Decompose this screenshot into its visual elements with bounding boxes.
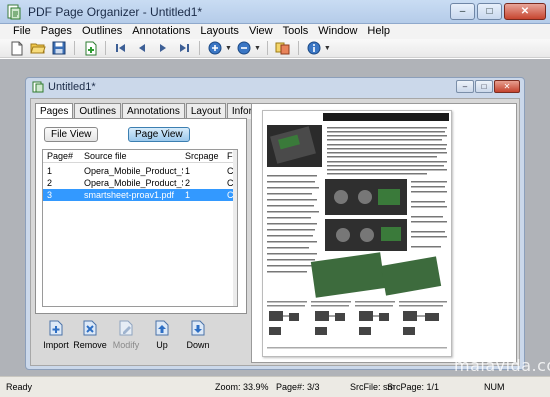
close-button[interactable]: ✕ [504,3,546,20]
chevron-down-icon[interactable]: ▼ [324,45,331,52]
menu-help[interactable]: Help [362,24,395,39]
menu-view[interactable]: View [244,24,278,39]
tab-layout[interactable]: Layout [185,103,226,119]
document-title: Untitled1* [48,81,96,93]
save-icon[interactable] [50,40,68,56]
row-source-file: Opera_Mobile_Product_S... [84,166,183,176]
up-icon [155,320,169,336]
menu-bar: File Pages Outlines Annotations Layouts … [0,24,550,39]
window-title: PDF Page Organizer - Untitled1* [28,4,203,19]
remove-icon [83,320,97,336]
status-bar: Ready Zoom: 33.9% Page#: 3/3 SrcFile: sm… [0,376,550,397]
row-page: 2 [47,178,53,188]
document-close-button[interactable]: ✕ [494,80,520,93]
mdi-workspace: Untitled1* – □ ✕ Pages Outlines Annotati… [0,59,550,376]
page-actions: Import Remove Modify Up Down [39,317,219,361]
tab-annotations[interactable]: Annotations [122,103,185,119]
minimize-button[interactable]: – [450,3,475,20]
new-document-icon[interactable] [8,40,26,56]
first-page-icon[interactable] [112,40,130,56]
chevron-down-icon[interactable]: ▼ [254,45,261,52]
chevron-down-icon[interactable]: ▼ [225,45,232,52]
tab-outlines[interactable]: Outlines [74,103,122,119]
menu-tools[interactable]: Tools [278,24,314,39]
merge-icon[interactable] [274,40,292,56]
status-num: NUM [484,382,505,392]
table-row[interactable]: 2 Opera_Mobile_Product_S... 2 C:\ [43,177,237,189]
pages-grid[interactable]: Page# Source file Srcpage Fo 1 Opera_Mob… [42,149,238,307]
down-label: Down [186,340,210,350]
status-page: Page#: 3/3 [276,382,320,392]
status-srcpage: SrcPage: 1/1 [387,382,440,392]
previous-page-icon[interactable] [133,40,151,56]
zoom-in-icon[interactable] [206,40,224,56]
row-srcpage: 2 [185,178,191,188]
row-srcpage: 1 [185,190,191,200]
toolbar: ▼ ▼ ▼ [0,39,550,58]
row-source-file: Opera_Mobile_Product_S... [84,178,183,188]
menu-pages[interactable]: Pages [36,24,77,39]
toolbar-separator [105,41,106,55]
row-source-file: smartsheet-proav1.pdf [84,190,175,200]
document-client-area: Pages Outlines Annotations Layout Inform… [30,98,520,366]
column-header-source-file[interactable]: Source file [84,150,127,162]
column-header-srcpage[interactable]: Srcpage [185,150,219,162]
import-icon [49,320,63,336]
app-icon [7,4,21,19]
row-page: 3 [47,190,53,200]
status-zoom: Zoom: 33.9% [215,382,269,392]
tab-strip: Pages Outlines Annotations Layout Inform… [35,103,288,119]
document-minimize-button[interactable]: – [456,80,474,93]
watermark: malavida.com [454,356,550,375]
title-bar: PDF Page Organizer - Untitled1* – □ ✕ [0,0,550,24]
zoom-out-icon[interactable] [235,40,253,56]
import-button[interactable]: Import [39,317,73,361]
document-maximize-button[interactable]: □ [475,80,493,93]
row-srcpage: 1 [185,166,191,176]
document-icon [32,81,44,93]
add-page-icon[interactable] [81,40,99,56]
open-folder-icon[interactable] [29,40,47,56]
last-page-icon[interactable] [175,40,193,56]
menu-layouts[interactable]: Layouts [195,24,244,39]
import-label: Import [43,340,69,350]
toolbar-separator [266,41,268,55]
page-thumbnail [262,110,452,357]
file-view-button[interactable]: File View [44,127,99,142]
maximize-button[interactable]: □ [477,3,502,20]
column-header-page[interactable]: Page# [47,150,73,162]
up-button[interactable]: Up [145,317,179,361]
toolbar-separator [74,41,75,55]
menu-annotations[interactable]: Annotations [127,24,195,39]
down-button[interactable]: Down [181,317,215,361]
up-label: Up [156,340,168,350]
grid-header: Page# Source file Srcpage Fo [43,150,237,163]
row-page: 1 [47,166,53,176]
menu-window[interactable]: Window [313,24,362,39]
document-window: Untitled1* – □ ✕ Pages Outlines Annotati… [25,77,525,370]
menu-outlines[interactable]: Outlines [77,24,127,39]
page-preview-pane[interactable] [251,103,517,363]
toolbar-separator [297,41,299,55]
down-icon [191,320,205,336]
menu-file[interactable]: File [8,24,36,39]
grid-scrollbar[interactable] [233,150,237,306]
document-window-titlebar: Untitled1* – □ ✕ [26,78,524,96]
status-ready: Ready [6,382,33,392]
modify-icon [119,320,133,336]
info-icon[interactable] [305,40,323,56]
pages-tab-panel: File View Page View Page# Source file Sr… [35,118,247,314]
modify-label: Modify [112,340,140,350]
table-row[interactable]: 1 Opera_Mobile_Product_S... 1 C:\ [43,165,237,177]
tab-pages[interactable]: Pages [35,103,74,119]
table-row-selected[interactable]: 3 smartsheet-proav1.pdf 1 C:\ [43,189,237,201]
next-page-icon[interactable] [154,40,172,56]
page-view-button[interactable]: Page View [128,127,190,142]
toolbar-separator [199,41,200,55]
remove-button[interactable]: Remove [73,317,107,361]
modify-button[interactable]: Modify [109,317,143,361]
remove-label: Remove [73,340,107,350]
page-thumbnail-image [263,111,451,349]
left-panel: Pages Outlines Annotations Layout Inform… [35,103,287,363]
